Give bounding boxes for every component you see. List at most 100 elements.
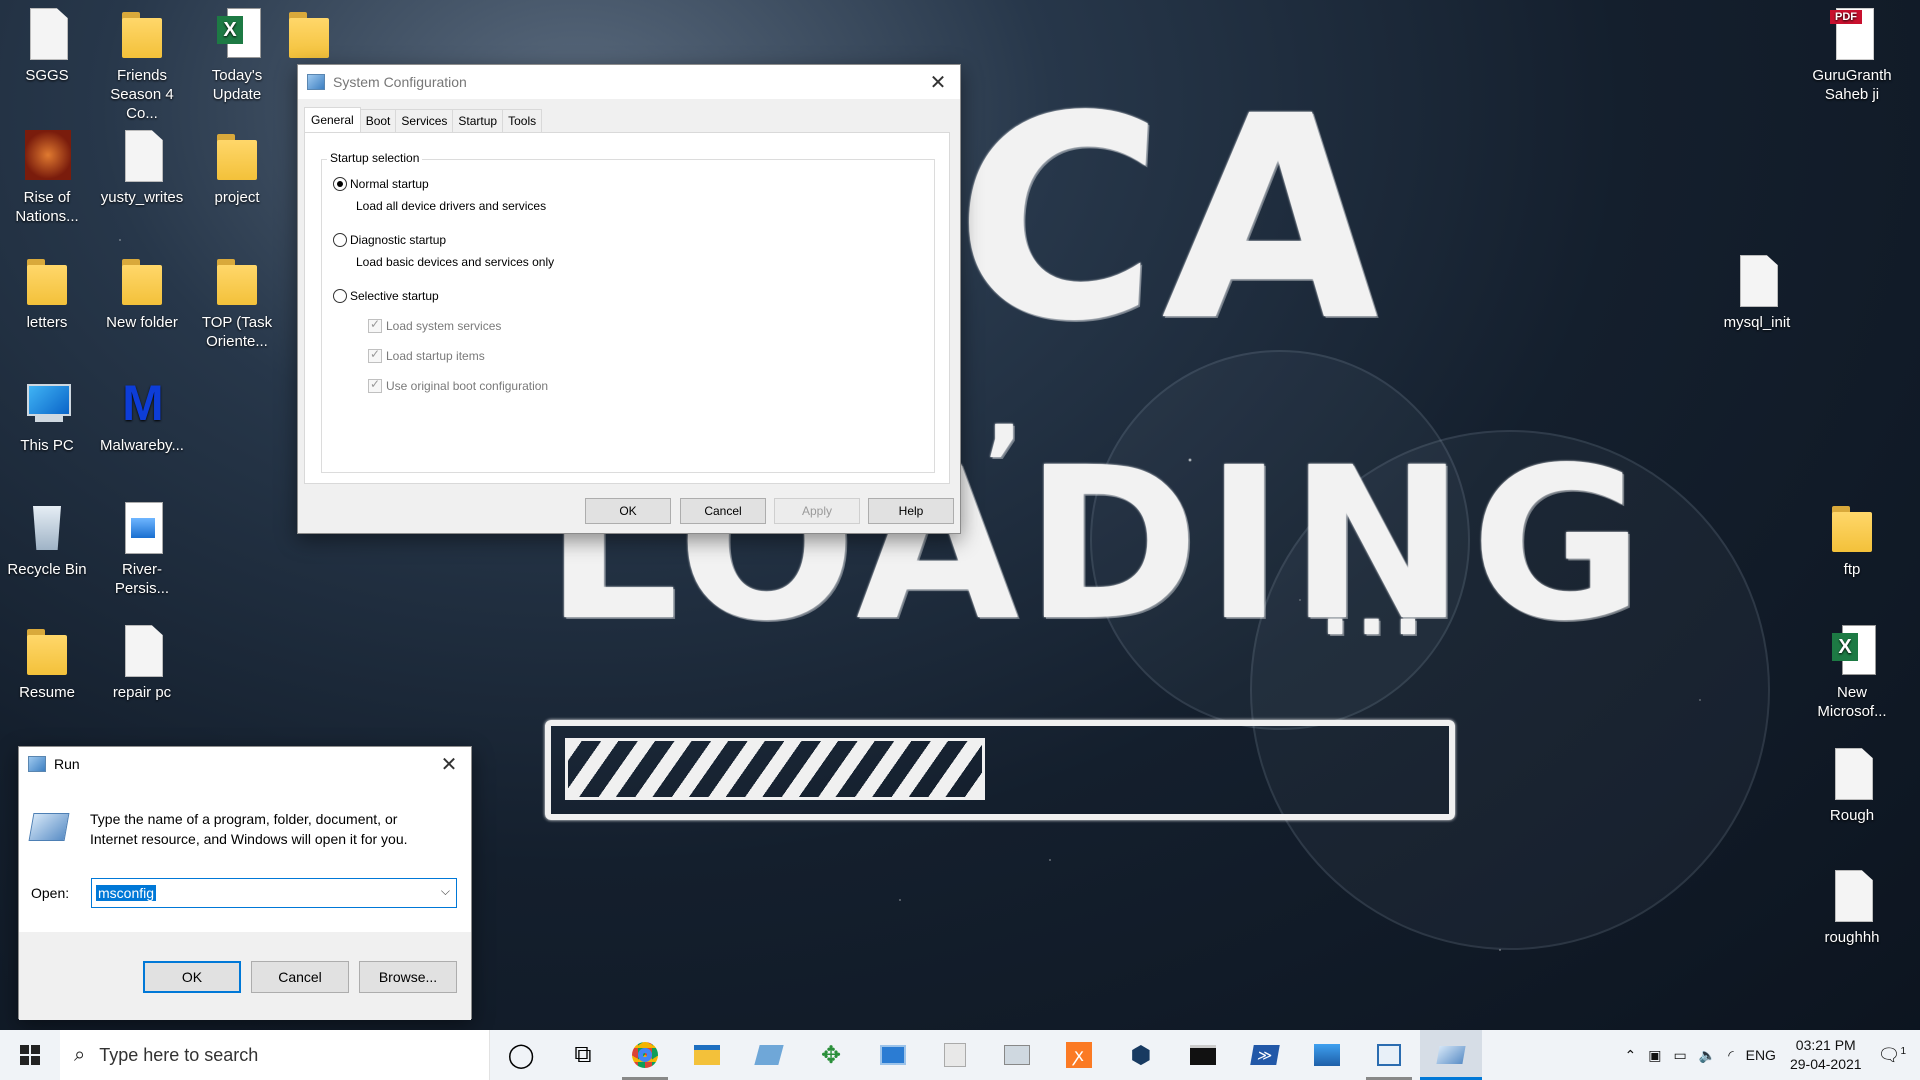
icon-label: TOP (Task Oriente... bbox=[201, 314, 273, 350]
close-icon: ✕ bbox=[929, 71, 947, 94]
selective-startup-radio[interactable]: Selective startup bbox=[333, 289, 439, 303]
icon-label: This PC bbox=[20, 437, 74, 454]
volume-icon[interactable]: 🔈 bbox=[1699, 1047, 1716, 1064]
folder-icon bbox=[1828, 502, 1876, 556]
app-icon[interactable] bbox=[862, 1030, 924, 1080]
run-cancel-button[interactable]: Cancel bbox=[251, 961, 349, 993]
general-tab-panel: Startup selection Normal startup Load al… bbox=[304, 132, 950, 484]
image-file-icon bbox=[118, 502, 166, 556]
desktop-icon-malwarebytes[interactable]: Malwareby... bbox=[95, 378, 189, 455]
desktop-icon-new-microsoft[interactable]: New Microsof... bbox=[1805, 625, 1899, 721]
diagnostic-startup-radio[interactable]: Diagnostic startup bbox=[333, 233, 446, 247]
desktop-icon-yusty-writes[interactable]: yusty_writes bbox=[95, 130, 189, 207]
ok-button[interactable]: OK bbox=[585, 498, 671, 524]
xampp-icon[interactable]: ꭗ bbox=[1048, 1030, 1110, 1080]
msconfig-icon[interactable] bbox=[1358, 1030, 1420, 1080]
open-combobox[interactable]: msconfig ⌵ bbox=[91, 878, 457, 908]
start-button[interactable] bbox=[0, 1030, 60, 1080]
desktop-icon-gurugranth[interactable]: GuruGranth Saheb ji bbox=[1805, 8, 1899, 104]
desktop-icon-mysql-init[interactable]: mysql_init bbox=[1710, 255, 1804, 332]
chevron-up-icon[interactable]: ⌃ bbox=[1625, 1047, 1637, 1064]
desktop-icon-today-update[interactable]: Today's Update bbox=[190, 8, 284, 104]
tab-boot[interactable]: Boot bbox=[359, 109, 397, 132]
app-icon[interactable]: ✥ bbox=[800, 1030, 862, 1080]
task-view-icon[interactable]: ⧉ bbox=[552, 1030, 614, 1080]
taskbar: ⌕ Type here to search ◯ ⧉ ✥ ꭗ ⬢ ≫ ⌃ ▣ ▭ … bbox=[0, 1030, 1920, 1080]
run-ok-button[interactable]: OK bbox=[143, 961, 241, 993]
desktop-icon-rise-of-nations[interactable]: Rise of Nations... bbox=[0, 130, 94, 226]
tab-startup[interactable]: Startup bbox=[452, 109, 504, 132]
app-icon[interactable] bbox=[924, 1030, 986, 1080]
app-icon[interactable] bbox=[986, 1030, 1048, 1080]
tab-services[interactable]: Services bbox=[395, 109, 454, 132]
folder-icon bbox=[285, 8, 329, 62]
run-description: Type the name of a program, folder, docu… bbox=[90, 811, 408, 847]
file-explorer-icon[interactable] bbox=[676, 1030, 738, 1080]
cancel-button[interactable]: Cancel bbox=[680, 498, 766, 524]
clock[interactable]: 03:21 PM 29-04-2021 bbox=[1790, 1036, 1862, 1074]
notification-icon[interactable]: 🗨1 bbox=[1878, 1045, 1906, 1066]
open-input-value[interactable]: msconfig bbox=[96, 885, 157, 901]
desktop-icon-resume[interactable]: Resume bbox=[0, 625, 94, 702]
desktop-icon-partial-folder[interactable] bbox=[280, 8, 329, 66]
icon-label: New Microsof... bbox=[1817, 684, 1887, 720]
chrome-icon[interactable] bbox=[614, 1030, 676, 1080]
radio-icon bbox=[333, 233, 347, 247]
load-system-services-checkbox[interactable]: Load system services bbox=[368, 317, 501, 333]
icon-label: ftp bbox=[1843, 561, 1861, 578]
desktop-icon-new-folder[interactable]: New folder bbox=[95, 255, 189, 332]
run-browse-button[interactable]: Browse... bbox=[359, 961, 457, 993]
title-bar[interactable]: System Configuration ✕ bbox=[298, 65, 960, 99]
normal-startup-radio[interactable]: Normal startup bbox=[333, 177, 429, 191]
run-body: Type the name of a program, folder, docu… bbox=[19, 781, 471, 932]
run-icon[interactable] bbox=[1420, 1030, 1482, 1080]
desktop-icon-top-task[interactable]: TOP (Task Oriente... bbox=[190, 255, 284, 351]
photos-icon[interactable] bbox=[1296, 1030, 1358, 1080]
search-icon: ⌕ bbox=[74, 1043, 86, 1066]
wifi-icon[interactable]: ◜ bbox=[1728, 1047, 1733, 1064]
desktop-icon-recycle-bin[interactable]: Recycle Bin bbox=[0, 502, 94, 579]
desktop-icon-this-pc[interactable]: This PC bbox=[0, 378, 94, 455]
apply-button[interactable]: Apply bbox=[774, 498, 860, 524]
folder-icon bbox=[213, 255, 261, 309]
msconfig-icon bbox=[307, 74, 325, 90]
app-icon[interactable] bbox=[738, 1030, 800, 1080]
icon-label: yusty_writes bbox=[100, 189, 184, 206]
close-button[interactable]: ✕ bbox=[427, 747, 471, 781]
malwarebytes-icon bbox=[118, 378, 168, 432]
desktop-icon-letters[interactable]: letters bbox=[0, 255, 94, 332]
desktop-icon-rough[interactable]: Rough bbox=[1805, 748, 1899, 825]
game-icon bbox=[23, 130, 71, 184]
language-indicator[interactable]: ENG bbox=[1746, 1047, 1776, 1063]
cortana-icon[interactable]: ◯ bbox=[490, 1030, 552, 1080]
powershell-icon[interactable]: ≫ bbox=[1234, 1030, 1296, 1080]
battery-icon[interactable]: ▭ bbox=[1674, 1047, 1687, 1064]
taskbar-search-box[interactable]: ⌕ Type here to search bbox=[60, 1030, 490, 1080]
desktop-icon-repair-pc[interactable]: repair pc bbox=[95, 625, 189, 702]
desktop-icon-project[interactable]: project bbox=[190, 130, 284, 207]
load-startup-items-checkbox[interactable]: Load startup items bbox=[368, 347, 485, 363]
file-icon bbox=[1828, 870, 1876, 924]
desktop-icon-river[interactable]: River-Persis... bbox=[95, 502, 189, 598]
close-button[interactable]: ✕ bbox=[916, 65, 960, 99]
device-icon[interactable]: ▣ bbox=[1648, 1047, 1661, 1064]
desktop-icon-roughhh[interactable]: roughhh bbox=[1805, 870, 1899, 947]
desktop-icon-sggs[interactable]: SGGS bbox=[0, 8, 94, 85]
system-configuration-window: System Configuration ✕ General Boot Serv… bbox=[297, 64, 961, 534]
clock-time: 03:21 PM bbox=[1795, 1037, 1856, 1053]
help-button[interactable]: Help bbox=[868, 498, 954, 524]
run-dialog: Run ✕ Type the name of a program, folder… bbox=[18, 746, 472, 1020]
use-original-boot-config-checkbox[interactable]: Use original boot configuration bbox=[368, 377, 548, 393]
checkbox-icon bbox=[368, 347, 382, 363]
icon-label: letters bbox=[26, 314, 68, 331]
search-placeholder: Type here to search bbox=[99, 1044, 259, 1065]
terminal-icon[interactable] bbox=[1172, 1030, 1234, 1080]
virtualbox-icon[interactable]: ⬢ bbox=[1110, 1030, 1172, 1080]
title-bar[interactable]: Run ✕ bbox=[19, 747, 471, 781]
chevron-down-icon[interactable]: ⌵ bbox=[441, 884, 450, 899]
desktop-icon-ftp[interactable]: ftp bbox=[1805, 502, 1899, 579]
icon-label: Recycle Bin bbox=[7, 561, 87, 578]
tab-general[interactable]: General bbox=[304, 107, 361, 132]
tab-tools[interactable]: Tools bbox=[502, 109, 543, 132]
desktop-icon-friends[interactable]: Friends Season 4 Co... bbox=[95, 8, 189, 123]
